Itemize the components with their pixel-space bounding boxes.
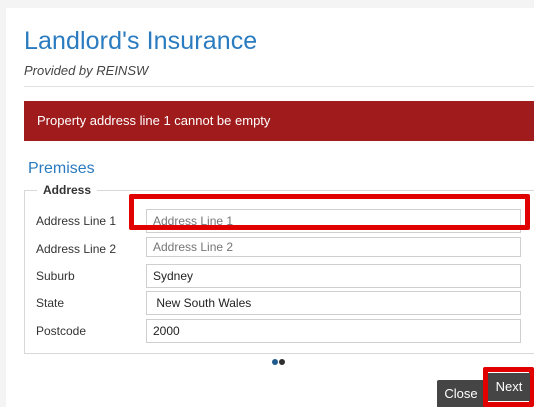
address-line-1-input[interactable]: [146, 209, 521, 233]
page-dot-1[interactable]: [272, 359, 278, 365]
address-fieldset: Address Address Line 1 Address Line 2 Su…: [24, 183, 534, 354]
suburb-row: Suburb Sydney: [25, 264, 534, 288]
close-button[interactable]: Close: [437, 380, 485, 407]
section-title-premises: Premises: [28, 160, 95, 177]
postcode-row: Postcode 2000: [25, 319, 534, 343]
dialog-title: Landlord's Insurance: [24, 27, 258, 55]
page-indicator: [272, 359, 286, 367]
dialog-subtitle: Provided by REINSW: [24, 63, 149, 78]
state-select[interactable]: New South Wales: [146, 291, 521, 315]
insurance-dialog: Landlord's Insurance Provided by REINSW …: [6, 8, 534, 407]
state-row: State New South Wales: [25, 291, 534, 315]
address-line-2-row: Address Line 2: [25, 237, 534, 261]
page: Landlord's Insurance Provided by REINSW …: [0, 0, 534, 407]
suburb-input[interactable]: Sydney: [146, 264, 521, 288]
address-line-2-input[interactable]: [146, 237, 521, 257]
address-legend: Address: [37, 183, 98, 197]
suburb-label: Suburb: [36, 269, 75, 283]
error-banner: Property address line 1 cannot be empty: [24, 101, 534, 141]
postcode-input[interactable]: 2000: [146, 319, 521, 343]
address-line-1-label: Address Line 1: [36, 214, 117, 228]
next-button[interactable]: Next: [488, 373, 530, 401]
address-line-2-label: Address Line 2: [36, 242, 117, 256]
header-divider: [24, 86, 534, 87]
state-label: State: [36, 296, 65, 310]
address-line-1-row: Address Line 1: [25, 209, 534, 233]
page-dot-2[interactable]: [279, 359, 285, 365]
postcode-label: Postcode: [36, 324, 87, 338]
